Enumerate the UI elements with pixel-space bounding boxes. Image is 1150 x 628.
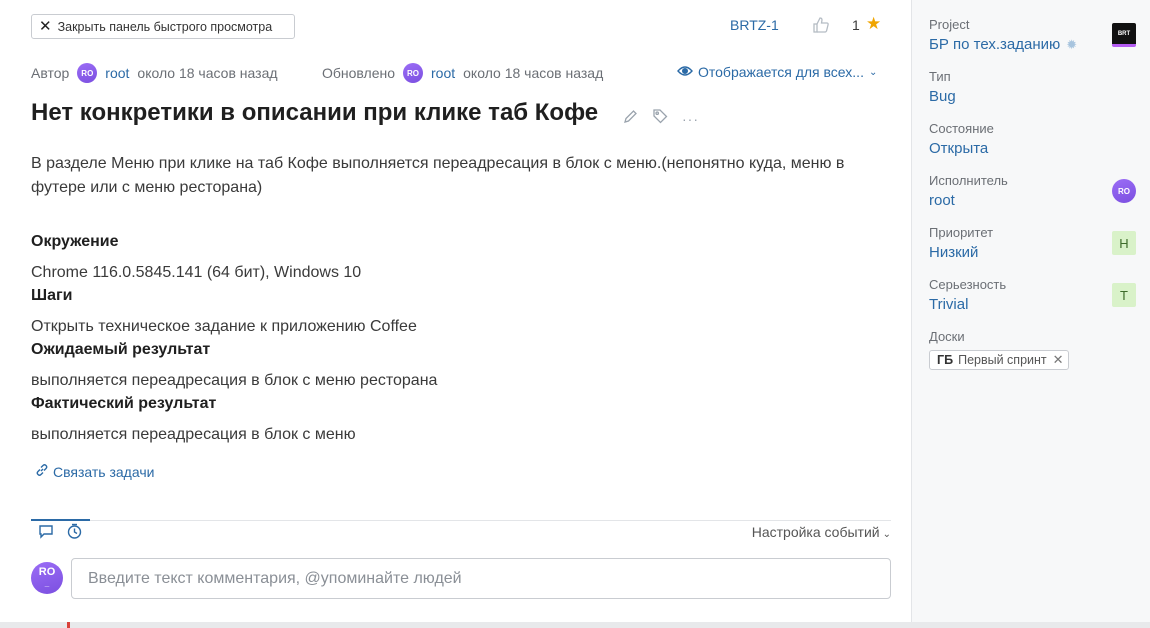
actual-text: выполняется переадресация в блок с меню <box>31 426 356 443</box>
board-name: Первый спринт <box>958 353 1047 367</box>
vote-count: 1 <box>852 17 860 33</box>
env-heading: Окружение <box>31 233 119 250</box>
updated-name[interactable]: root <box>431 65 455 81</box>
severity-value[interactable]: Trivial <box>929 296 1134 313</box>
chevron-down-icon: ⌄ <box>868 66 878 78</box>
events-setting-label: Настройка событий <box>751 524 880 540</box>
comment-icon[interactable] <box>38 523 56 541</box>
issue-panel: ✕ Закрыть панель быстрого просмотра BRTZ… <box>0 0 911 622</box>
updated-label: Обновлено <box>322 65 396 81</box>
author-meta: Автор RO root около 18 часов назад <box>31 63 278 83</box>
type-field: Тип Bug <box>929 69 1134 105</box>
project-field: Project БР по тех.заданию ✹ <box>929 17 1134 53</box>
gear-icon[interactable]: ✹ <box>1066 37 1077 53</box>
expected-heading: Ожидаемый результат <box>31 341 211 358</box>
close-icon: ✕ <box>39 18 52 35</box>
boards-field: Доски ГБ Первый спринт ✕ <box>929 329 1134 370</box>
assignee-label: Исполнитель <box>929 173 1008 188</box>
author-name[interactable]: root <box>105 65 129 81</box>
author-time: около 18 часов назад <box>137 65 278 81</box>
active-tab-indicator <box>31 519 90 521</box>
severity-field: Серьезность Trivial <box>929 277 1134 313</box>
project-logo: BRT <box>1112 23 1136 47</box>
visibility-dropdown[interactable]: Отображается для всех... ⌄ <box>677 64 877 80</box>
bottom-strip <box>0 622 1150 628</box>
commenter-avatar-initials: RO <box>38 566 56 578</box>
priority-field: Приоритет Низкий <box>929 225 1134 261</box>
updated-meta: Обновлено RO root около 18 часов назад <box>322 63 603 83</box>
boards-label: Доски <box>929 329 965 344</box>
type-value[interactable]: Bug <box>929 88 1134 105</box>
more-icon[interactable]: ··· <box>682 111 699 127</box>
project-name[interactable]: БР по тех.заданию <box>929 36 1060 53</box>
close-panel-label: Закрыть панель быстрого просмотра <box>57 19 273 34</box>
severity-label: Серьезность <box>929 277 1007 292</box>
assignee-avatar: RO <box>1112 179 1136 203</box>
bottom-accent-mark <box>67 622 70 628</box>
pencil-icon[interactable] <box>623 109 638 129</box>
tag-icon[interactable] <box>652 108 668 129</box>
comment-input[interactable] <box>71 558 891 599</box>
activity-tabs-divider <box>31 520 891 521</box>
commenter-avatar: RO _ <box>31 562 63 594</box>
steps-heading: Шаги <box>31 287 73 304</box>
state-value[interactable]: Открыта <box>929 140 1134 157</box>
env-text: Chrome 116.0.5845.141 (64 бит), Windows … <box>31 264 362 281</box>
actual-heading: Фактический результат <box>31 395 217 412</box>
author-label: Автор <box>31 65 70 81</box>
eye-icon <box>677 64 693 80</box>
priority-badge: Н <box>1112 231 1136 255</box>
assignee-field: Исполнитель root <box>929 173 1134 209</box>
type-label: Тип <box>929 69 951 84</box>
state-label: Состояние <box>929 121 994 136</box>
star-icon[interactable]: ★ <box>866 14 881 34</box>
state-field: Состояние Открыта <box>929 121 1134 157</box>
link-icon <box>35 463 49 480</box>
priority-label: Приоритет <box>929 225 994 240</box>
thumbs-up-icon[interactable] <box>812 16 830 34</box>
link-issues-label: Связать задачи <box>53 463 155 480</box>
project-label: Project <box>929 17 970 32</box>
issue-sidebar: Project БР по тех.заданию ✹ BRT Тип Bug … <box>911 0 1150 622</box>
project-value[interactable]: БР по тех.заданию ✹ <box>929 36 1134 53</box>
steps-text: Открыть техническое задание к приложению… <box>31 318 417 335</box>
close-panel-button[interactable]: ✕ Закрыть панель быстрого просмотра <box>31 14 295 39</box>
author-avatar[interactable]: RO <box>77 63 98 83</box>
chevron-down-icon: ⌄ <box>882 529 891 540</box>
events-setting-dropdown[interactable]: Настройка событий ⌄ <box>752 524 891 540</box>
updated-time: около 18 часов назад <box>463 65 604 81</box>
link-issues-button[interactable]: Связать задачи <box>35 463 154 480</box>
priority-value[interactable]: Низкий <box>929 244 1134 261</box>
issue-description: В разделе Меню при клике на таб Кофе вып… <box>31 155 845 196</box>
issue-title: Нет конкретики в описании при клике таб … <box>31 99 599 126</box>
board-short: ГБ <box>937 353 954 367</box>
assignee-value[interactable]: root <box>929 192 1134 209</box>
title-tools: ··· <box>623 108 699 129</box>
visibility-label: Отображается для всех... <box>698 64 864 80</box>
board-chip[interactable]: ГБ Первый спринт ✕ <box>929 350 1069 370</box>
updated-avatar[interactable]: RO <box>403 63 424 83</box>
severity-badge: T <box>1112 283 1136 307</box>
expected-text: выполняется переадресация в блок с меню … <box>31 372 438 389</box>
issue-key-link[interactable]: BRTZ-1 <box>730 17 779 33</box>
close-icon[interactable]: ✕ <box>1053 352 1064 368</box>
avatar-underscore: _ <box>44 579 50 588</box>
history-icon[interactable] <box>66 523 84 541</box>
